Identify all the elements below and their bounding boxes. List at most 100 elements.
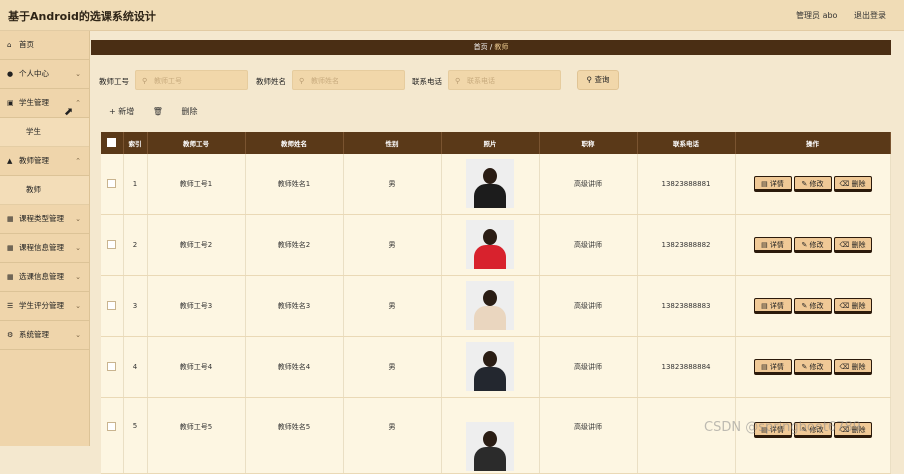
search-icon: ⚲ [455,77,461,85]
edit-icon: ✎ [801,302,808,310]
sidebar-item-student-management[interactable]: ▣ 学生管理 ⌃ [0,89,89,118]
edit-button[interactable]: ✎ 修改 [793,359,832,375]
trash-icon: 🗑 [152,107,163,116]
gender-cell: 男 [343,275,442,337]
delete-label: 删除 [851,302,866,310]
delete-button[interactable]: ⌫ 删除 [833,176,872,192]
phone-cell: 13823888881 [637,154,736,215]
gear-icon: ⚙ [7,331,14,339]
edit-icon: ✎ [801,241,808,249]
edit-label: 修改 [809,180,824,188]
delete-button[interactable]: ⌫ 删除 [833,298,872,314]
gender-cell: 男 [343,214,442,276]
list-icon: ☰ [7,302,14,310]
sidebar-item-course-info-management[interactable]: ▦ 课程信息管理 ⌄ [0,234,89,263]
detail-label: 详情 [769,241,784,249]
sidebar-item-home[interactable]: ⌂ 首页 [0,31,89,60]
delete-button[interactable]: ⌫ 删除 [833,359,872,375]
edit-button[interactable]: ✎ 修改 [793,176,832,192]
detail-button[interactable]: ▤ 详情 [753,359,792,375]
teacher-photo [466,158,514,208]
row-checkbox[interactable] [107,178,117,188]
row-checkbox[interactable] [107,300,117,310]
breadcrumb-home[interactable]: 首页 [474,43,488,51]
sidebar-item-label: 学生管理 [19,98,49,107]
chevron-down-icon: ⌄ [75,273,81,281]
sidebar-subitem-teacher[interactable]: 教师 [0,176,89,205]
index-cell: 1 [123,154,148,215]
teacher-name-label: 教师姓名 [256,77,286,86]
delete-button[interactable]: ⌫ 删除 [833,237,872,253]
photo-body [474,305,506,330]
action-row: + 新增 🗑 删除 [109,106,230,117]
edit-button[interactable]: ✎ 修改 [793,237,832,253]
row-checkbox[interactable] [107,422,117,431]
delete-label: 删除 [851,241,866,249]
grid-icon: ▦ [7,244,14,252]
teacher-photo [466,280,514,330]
detail-button[interactable]: ▤ 详情 [753,176,792,192]
trash-icon: ⌫ [839,302,850,310]
table-row: 5 教师工号5 教师姓名5 男 高级讲师 ▤ 详情 ✎ 修改 ⌫ 删除 [101,397,891,474]
chevron-down-icon: ⌄ [75,215,81,223]
detail-icon: ▤ [761,241,768,249]
watermark: CSDN @springboot6789 [704,420,862,435]
index-cell: 3 [123,275,148,337]
add-button[interactable]: + 新增 [109,107,134,116]
operations-cell: ▤ 详情 ✎ 修改 ⌫ 删除 [735,154,891,215]
teacher-id-label: 教师工号 [99,77,129,86]
logout-link[interactable]: 退出登录 [854,11,886,20]
column-header: 照片 [441,132,540,154]
edit-button[interactable]: ✎ 修改 [793,298,832,314]
edit-label: 修改 [809,241,824,249]
sidebar-item-course-type-management[interactable]: ▦ 课程类型管理 ⌄ [0,205,89,234]
phone-cell [637,397,736,474]
photo-head [483,431,497,447]
gender-cell: 男 [343,154,442,215]
gender-cell: 男 [343,397,442,474]
sidebar-item-label: 首页 [19,40,34,49]
column-header: 教师工号 [147,132,246,154]
detail-button[interactable]: ▤ 详情 [753,237,792,253]
detail-label: 详情 [769,302,784,310]
table-row: 1 教师工号1 教师姓名1 男高级讲师 13823888881 ▤ 详情 ✎ 修改 ⌫ 删除 [101,154,891,215]
sidebar-item-course-selection-management[interactable]: ▦ 选课信息管理 ⌄ [0,263,89,292]
operations-cell: ▤ 详情 ✎ 修改 ⌫ 删除 [735,214,891,276]
select-all-checkbox[interactable] [107,137,117,147]
row-checkbox[interactable] [107,361,117,371]
detail-label: 详情 [769,180,784,188]
sidebar-item-label: 个人中心 [19,69,49,78]
sidebar-subitem-student[interactable]: 学生 [0,118,89,147]
edit-label: 修改 [809,302,824,310]
phone-cell: 13823888882 [637,214,736,276]
detail-button[interactable]: ▤ 详情 [753,298,792,314]
title-cell: 高级讲师 [539,336,638,398]
sidebar-item-system-management[interactable]: ⚙ 系统管理 ⌄ [0,321,89,350]
teacher-icon: ▲ [7,157,13,165]
row-select-cell [101,336,124,398]
select-all-header[interactable] [101,132,124,154]
gender-cell: 男 [343,336,442,398]
teacher-id-input[interactable]: ⚲ 教师工号 [135,70,248,90]
grid-icon: ▦ [7,273,14,281]
sidebar-item-personal-center[interactable]: ● 个人中心 ⌄ [0,60,89,89]
operations-cell: ▤ 详情 ✎ 修改 ⌫ 删除 [735,397,891,474]
search-button[interactable]: ⚲ 查询 [577,70,619,90]
table-row: 3 教师工号3 教师姓名3 男高级讲师 13823888883 ▤ 详情 ✎ 修改 ⌫ 删除 [101,275,891,337]
table-header-row: 索引 教师工号 教师姓名 性别 照片 职称 联系电话 操作 [101,132,891,154]
phone-cell: 13823888883 [637,275,736,337]
phone-cell: 13823888884 [637,336,736,398]
phone-placeholder: 联系电话 [467,77,495,85]
sidebar-item-teacher-management[interactable]: ▲ 教师管理 ⌃ [0,147,89,176]
breadcrumb-separator: / [489,43,493,51]
photo-body [474,366,506,391]
sidebar-item-student-rating-management[interactable]: ☰ 学生评分管理 ⌄ [0,292,89,321]
delete-label: 删除 [851,180,866,188]
row-checkbox[interactable] [107,239,117,249]
phone-input[interactable]: ⚲ 联系电话 [448,70,561,90]
phone-label: 联系电话 [412,77,442,86]
batch-delete-label: 删除 [181,107,198,116]
header-user-area: 管理员 abo 退出登录 [782,10,886,21]
batch-delete-button[interactable]: 🗑 删除 [153,107,214,116]
teacher-name-input[interactable]: ⚲ 教师姓名 [292,70,405,90]
